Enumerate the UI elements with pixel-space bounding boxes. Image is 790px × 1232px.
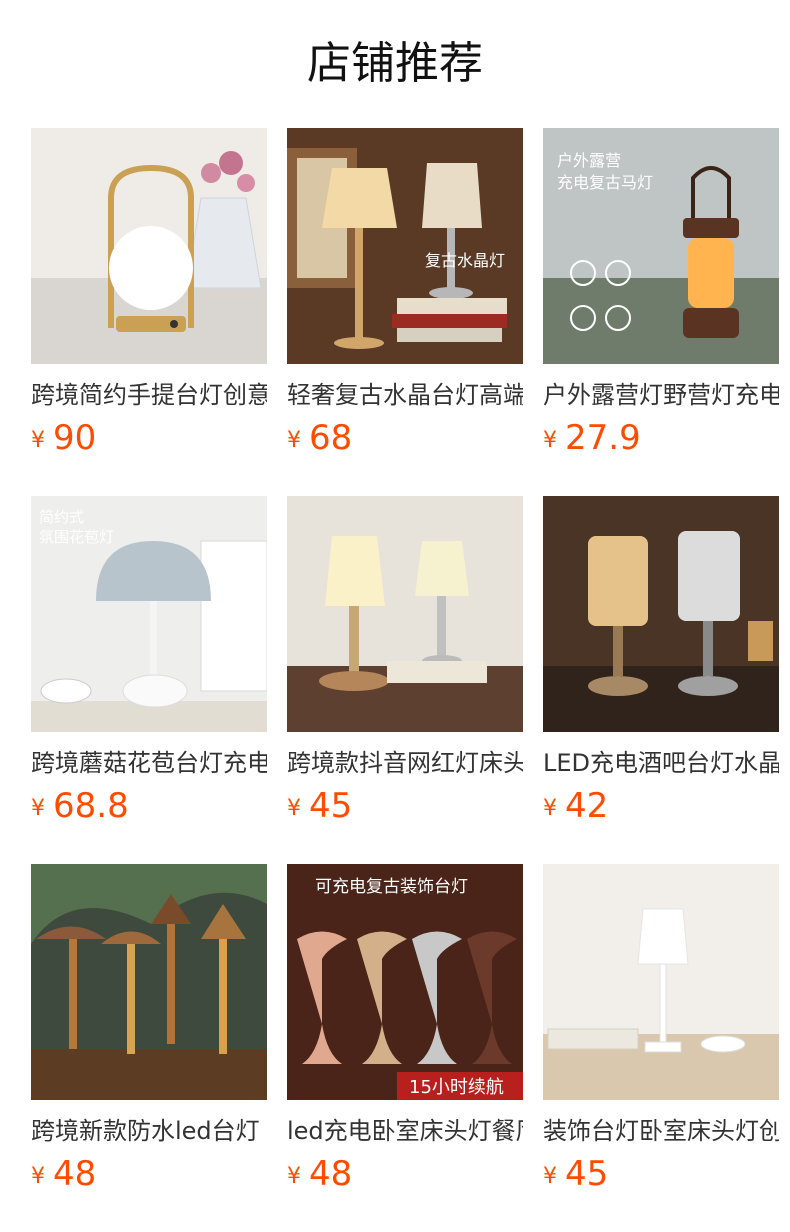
product-overlay-text: 简约式 bbox=[39, 508, 84, 526]
product-title[interactable]: 轻奢复古水晶台灯高端 bbox=[287, 380, 523, 410]
price-value: 27.9 bbox=[565, 418, 641, 458]
product-price: ¥45 bbox=[287, 786, 523, 826]
product-overlay-text: 复古水晶灯 bbox=[425, 251, 505, 270]
product-price: ¥48 bbox=[31, 1154, 267, 1194]
header: 店铺推荐 bbox=[0, 0, 790, 128]
product-title[interactable]: led充电卧室床头灯餐厅 bbox=[287, 1116, 523, 1146]
lamp-photo-icon[interactable]: 简约式 氛围花苞灯 bbox=[31, 496, 267, 732]
currency-symbol: ¥ bbox=[287, 428, 301, 453]
currency-symbol: ¥ bbox=[543, 1164, 557, 1189]
product-card[interactable]: 装饰台灯卧室床头灯创意 ¥45 bbox=[543, 864, 779, 1194]
product-card[interactable]: 跨境款抖音网红灯床头 ¥45 bbox=[287, 496, 523, 826]
product-card[interactable]: LED充电酒吧台灯水晶 ¥42 bbox=[543, 496, 779, 826]
price-value: 68 bbox=[309, 418, 353, 458]
price-value: 90 bbox=[53, 418, 97, 458]
lamp-photo-icon[interactable] bbox=[31, 864, 267, 1100]
lamp-photo-icon[interactable]: 可充电复古装饰台灯 15小时续航 bbox=[287, 864, 523, 1100]
currency-symbol: ¥ bbox=[31, 1164, 45, 1189]
product-price: ¥68 bbox=[287, 418, 523, 458]
price-value: 48 bbox=[53, 1154, 97, 1194]
product-overlay-text: 氛围花苞灯 bbox=[39, 528, 114, 546]
lamp-photo-icon[interactable] bbox=[31, 128, 267, 364]
product-price: ¥90 bbox=[31, 418, 267, 458]
product-title[interactable]: 装饰台灯卧室床头灯创意 bbox=[543, 1116, 779, 1146]
product-price: ¥42 bbox=[543, 786, 779, 826]
price-value: 45 bbox=[309, 786, 353, 826]
currency-symbol: ¥ bbox=[31, 796, 45, 821]
product-price: ¥27.9 bbox=[543, 418, 779, 458]
product-title[interactable]: 跨境新款防水led台灯 bbox=[31, 1116, 267, 1146]
price-value: 68.8 bbox=[53, 786, 129, 826]
product-title[interactable]: LED充电酒吧台灯水晶 bbox=[543, 748, 779, 778]
lamp-photo-icon[interactable] bbox=[543, 496, 779, 732]
lamp-photo-icon[interactable]: 户外露营 充电复古马灯 bbox=[543, 128, 779, 364]
product-overlay-text: 可充电复古装饰台灯 bbox=[315, 877, 468, 897]
product-price: ¥68.8 bbox=[31, 786, 267, 826]
product-card[interactable]: 简约式 氛围花苞灯 跨境蘑菇花苞台灯充电 ¥68.8 bbox=[31, 496, 267, 826]
product-card[interactable]: 跨境简约手提台灯创意 ¥90 bbox=[31, 128, 267, 458]
product-card[interactable]: 可充电复古装饰台灯 15小时续航 led充电卧室床头灯餐厅 ¥48 bbox=[287, 864, 523, 1194]
currency-symbol: ¥ bbox=[287, 796, 301, 821]
price-value: 48 bbox=[309, 1154, 353, 1194]
page-title: 店铺推荐 bbox=[307, 38, 483, 89]
product-price: ¥45 bbox=[543, 1154, 779, 1194]
product-card[interactable]: 户外露营 充电复古马灯 户外露营灯野营灯充电 ¥27.9 bbox=[543, 128, 779, 458]
lamp-photo-icon[interactable]: 复古水晶灯 bbox=[287, 128, 523, 364]
currency-symbol: ¥ bbox=[31, 428, 45, 453]
product-card[interactable]: 跨境新款防水led台灯 ¥48 bbox=[31, 864, 267, 1194]
product-overlay-text: 15小时续航 bbox=[409, 1077, 504, 1098]
currency-symbol: ¥ bbox=[287, 1164, 301, 1189]
lamp-photo-icon[interactable] bbox=[287, 496, 523, 732]
product-title[interactable]: 跨境款抖音网红灯床头 bbox=[287, 748, 523, 778]
product-card[interactable]: 复古水晶灯 轻奢复古水晶台灯高端 ¥68 bbox=[287, 128, 523, 458]
price-value: 45 bbox=[565, 1154, 609, 1194]
product-title[interactable]: 跨境蘑菇花苞台灯充电 bbox=[31, 748, 267, 778]
currency-symbol: ¥ bbox=[543, 796, 557, 821]
lamp-photo-icon[interactable] bbox=[543, 864, 779, 1100]
product-title[interactable]: 户外露营灯野营灯充电 bbox=[543, 380, 779, 410]
product-overlay-text: 充电复古马灯 bbox=[557, 173, 653, 192]
currency-symbol: ¥ bbox=[543, 428, 557, 453]
product-title[interactable]: 跨境简约手提台灯创意 bbox=[31, 380, 267, 410]
price-value: 42 bbox=[565, 786, 609, 826]
product-price: ¥48 bbox=[287, 1154, 523, 1194]
product-overlay-text: 户外露营 bbox=[557, 151, 621, 170]
